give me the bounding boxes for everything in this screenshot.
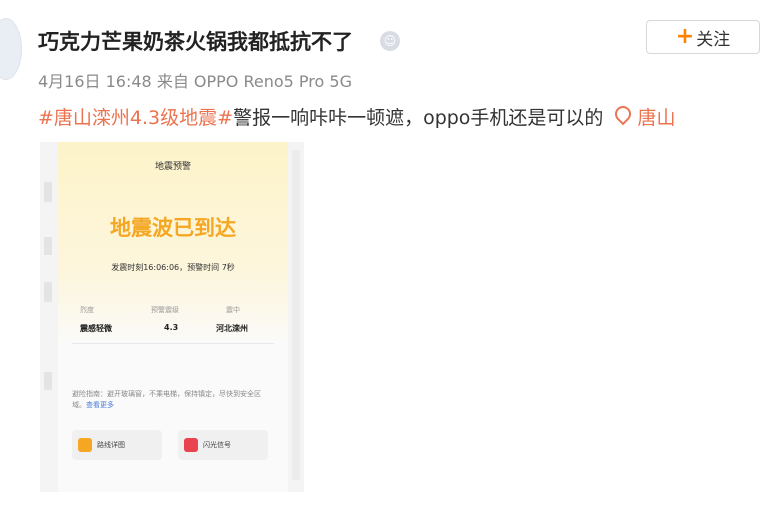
flash-signal-button[interactable]: 闪光信号 — [178, 430, 268, 460]
post-body: 警报一响咔咔一顿遮，oppo手机还是可以的 — [233, 107, 604, 129]
location-label: 唐山 — [637, 107, 676, 129]
background-blur — [292, 150, 300, 480]
guide-more-link[interactable]: 查看更多 — [86, 401, 114, 409]
magnitude-label: 预警震级 — [151, 306, 179, 314]
alert-title: 地震预警 — [154, 162, 191, 172]
post-username[interactable]: 巧克力芒果奶茶火锅我都抵抗不了 — [38, 26, 353, 56]
post-image[interactable]: 地震预警 地震波已到达 发震时刻16:06:06，预警时间 7秒 烈度 预警震级… — [40, 142, 304, 492]
background-blur — [44, 182, 52, 202]
location-link[interactable]: 唐山 — [612, 102, 676, 129]
map-icon — [78, 438, 92, 452]
route-map-button[interactable]: 路线详图 — [72, 430, 162, 460]
face-badge-icon: ☺ — [380, 31, 400, 51]
safety-guide: 避险指南：避开玻璃窗，不乘电梯，保持镇定，尽快到安全区域。查看更多 — [72, 389, 262, 411]
follow-button[interactable]: + 关注 — [646, 20, 760, 54]
location-pin-icon — [612, 102, 635, 126]
magnitude-value: 4.3 — [164, 323, 179, 332]
topic-link[interactable]: #唐山滦州4.3级地震# — [38, 107, 233, 129]
follow-label: 关注 — [696, 29, 731, 50]
avatar[interactable] — [0, 18, 22, 80]
epicenter-value: 河北滦州 — [216, 324, 248, 333]
background-blur — [44, 372, 52, 390]
alert-main: 地震波已到达 — [110, 216, 236, 240]
background-blur — [44, 237, 52, 255]
flash-icon — [184, 438, 198, 452]
post-meta: 4月16日 16:48 来自 OPPO Reno5 Pro 5G — [38, 72, 352, 91]
background-blur — [44, 282, 52, 302]
post-text: #唐山滦州4.3级地震#警报一响咔咔一顿遮，oppo手机还是可以的 唐山 — [38, 102, 676, 130]
epicenter-label: 震中 — [226, 306, 240, 314]
plus-icon: + — [675, 24, 695, 49]
route-map-label: 路线详图 — [97, 441, 125, 449]
alert-time: 发震时刻16:06:06，预警时间 7秒 — [111, 263, 235, 272]
earthquake-alert-card: 地震预警 地震波已到达 发震时刻16:06:06，预警时间 7秒 烈度 预警震级… — [58, 142, 288, 492]
intensity-label: 烈度 — [80, 306, 94, 314]
divider — [72, 343, 274, 344]
intensity-value: 震感轻微 — [80, 324, 112, 333]
flash-signal-label: 闪光信号 — [203, 441, 231, 449]
